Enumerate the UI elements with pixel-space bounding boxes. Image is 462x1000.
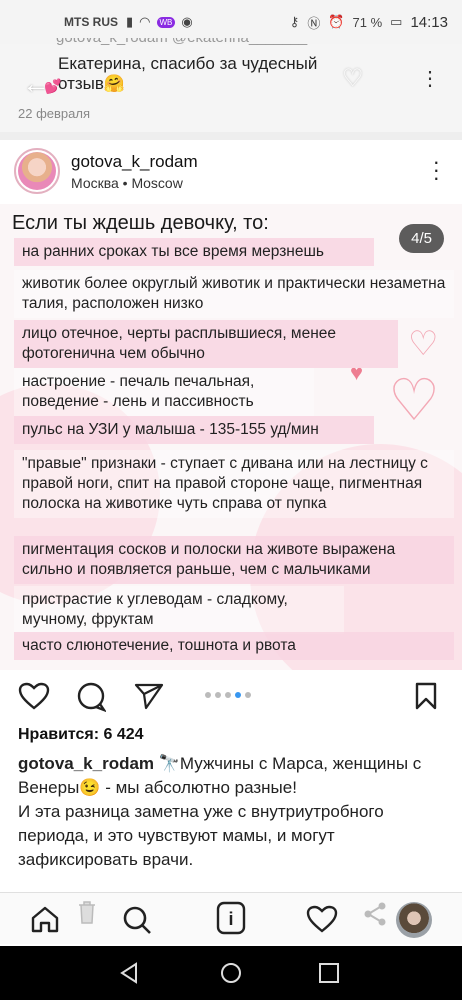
bookmark-icon[interactable] xyxy=(414,682,438,715)
share-overlay-icon[interactable] xyxy=(362,901,388,932)
post-divider xyxy=(0,132,462,140)
nfc-icon: Ⓝ xyxy=(307,15,321,31)
slide-line: настроение - печаль печальная, поведение… xyxy=(14,368,314,416)
carousel-dot xyxy=(245,692,251,698)
decor-heart-icon: ♡ xyxy=(408,325,439,363)
post-more-icon[interactable]: · · · xyxy=(433,151,440,189)
carrier-label: MTS RUS xyxy=(64,15,118,29)
decor-heart-icon: ♡ xyxy=(388,368,440,433)
status-icons: ▮ ◠ WB ◉ xyxy=(126,14,193,30)
avatar[interactable] xyxy=(14,148,60,194)
home-icon[interactable] xyxy=(30,905,60,938)
slide-line: пигментация сосков и полоски на животе в… xyxy=(14,536,454,584)
post-actions xyxy=(0,670,462,720)
share-send-icon[interactable] xyxy=(134,682,164,715)
slide-line: животик более округлый животик и практич… xyxy=(14,270,454,318)
comment-icon[interactable] xyxy=(76,682,108,717)
post-image-slide[interactable]: ♡ ♡ ♥ Если ты ждешь девочку, то: 4/5 на … xyxy=(0,204,462,670)
slide-title: Если ты ждешь девочку, то: xyxy=(12,212,269,234)
wifi-icon: ◠ xyxy=(139,14,151,29)
battery-icon: ▭ xyxy=(390,14,403,29)
search-icon[interactable] xyxy=(122,905,152,940)
wb-badge: WB xyxy=(156,16,176,28)
alarm-icon: ⏰ xyxy=(328,14,345,29)
system-nav-bar xyxy=(0,946,462,1000)
info-icon[interactable]: i xyxy=(216,901,246,940)
system-recents-icon[interactable] xyxy=(318,962,340,989)
previous-comment-text: Екатерина, спасибо за чудесный отзыв🤗 xyxy=(58,54,318,93)
clock: 14:13 xyxy=(410,13,448,31)
carousel-dots xyxy=(205,692,251,698)
slide-line: на ранних сроках ты все время мерзнешь xyxy=(14,238,374,266)
svg-text:i: i xyxy=(228,909,233,929)
post-header: gotova_k_rodam Москва • Moscow · · · xyxy=(0,142,462,204)
slide-line: "правые" признаки - ступает с дивана или… xyxy=(14,450,454,518)
trash-icon[interactable] xyxy=(76,899,98,930)
slide-line: лицо отечное, черты расплывшиеся, менее … xyxy=(14,320,398,368)
like-heart-icon[interactable] xyxy=(18,682,50,715)
post-username[interactable]: gotova_k_rodam xyxy=(71,152,198,172)
slide-line: пристрастие к углеводам - сладкому, мучн… xyxy=(14,586,344,634)
bottom-nav: i xyxy=(0,892,462,944)
activity-heart-icon[interactable] xyxy=(306,905,338,938)
caption-text-line2: И эта разница заметна уже с внутриутробн… xyxy=(18,802,384,869)
heart-outline-icon[interactable]: ♡ xyxy=(342,64,364,93)
slide-counter: 4/5 xyxy=(399,224,444,253)
post-caption: gotova_k_rodam 🔭Мужчины с Марса, женщины… xyxy=(18,752,448,872)
profile-avatar[interactable] xyxy=(396,902,432,938)
likes-count[interactable]: Нравится: 6 424 xyxy=(18,726,144,744)
carousel-dot-active xyxy=(235,692,241,698)
slide-line: часто слюнотечение, тошнота и рвота xyxy=(14,632,454,660)
avatar-image xyxy=(18,152,56,190)
previous-cut-text: gotova_k_rodam @ekaterina_______ xyxy=(56,38,396,46)
carousel-dot xyxy=(225,692,231,698)
carousel-dot xyxy=(205,692,211,698)
battery-percent: 71 % xyxy=(352,14,383,30)
previous-comment-emoji: 💕 xyxy=(44,78,62,94)
camera-icon: ◉ xyxy=(181,14,193,29)
caption-username[interactable]: gotova_k_rodam xyxy=(18,754,154,773)
slide-line: пульс на УЗИ у малыша - 135-155 уд/мин xyxy=(14,416,374,444)
more-options-icon[interactable]: ⋮ xyxy=(420,66,440,91)
system-back-icon[interactable] xyxy=(118,962,140,989)
post-location[interactable]: Москва • Moscow xyxy=(71,175,183,191)
previous-post-date: 22 февраля xyxy=(18,106,90,121)
system-home-icon[interactable] xyxy=(220,962,242,989)
key-icon: ⚷ xyxy=(289,14,300,29)
signal-icon: ▮ xyxy=(126,14,134,29)
carousel-dot xyxy=(215,692,221,698)
